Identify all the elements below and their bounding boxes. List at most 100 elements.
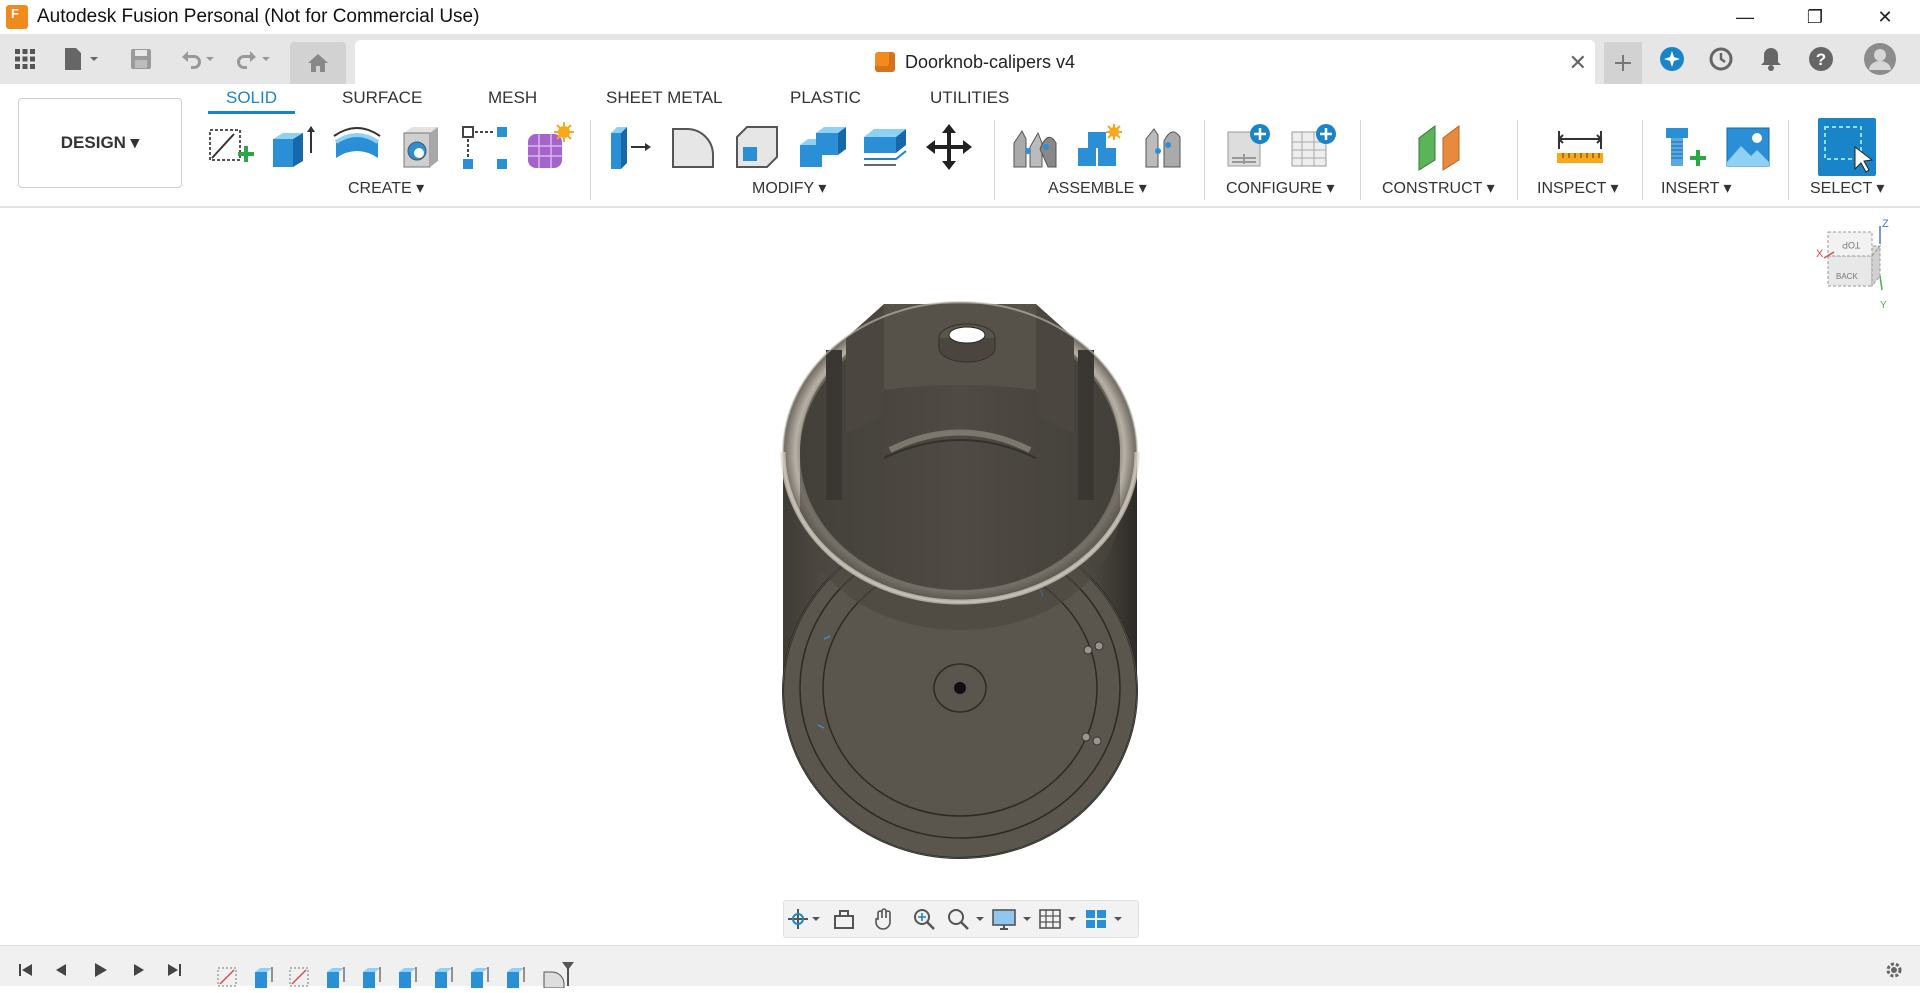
extensions-icon[interactable] xyxy=(1654,42,1690,76)
zoom-icon[interactable] xyxy=(904,901,944,937)
pan-hand-icon[interactable] xyxy=(864,901,904,937)
chamfer-icon[interactable] xyxy=(732,122,782,172)
configure-menu[interactable]: CONFIGURE ▾ xyxy=(1226,178,1334,198)
user-avatar[interactable] xyxy=(1862,42,1898,76)
insert-menu[interactable]: INSERT ▾ xyxy=(1661,178,1732,198)
create-sketch-icon[interactable] xyxy=(205,122,255,172)
new-component-joint-icon[interactable] xyxy=(1010,122,1060,172)
axis-z-label: Z xyxy=(1882,218,1889,230)
home-button[interactable] xyxy=(290,42,346,84)
apps-grid-icon[interactable] xyxy=(10,44,40,74)
title-bar: F Autodesk Fusion Personal (Not for Comm… xyxy=(0,0,1920,34)
minimize-button[interactable]: — xyxy=(1710,0,1780,34)
window-controls: — ❐ ✕ xyxy=(1710,0,1920,34)
select-menu[interactable]: SELECT ▾ xyxy=(1810,178,1884,198)
quick-access-bar: Doorknob-calipers v4 ✕ ? xyxy=(0,34,1920,84)
revolve-icon[interactable] xyxy=(332,122,382,172)
joint-icon[interactable] xyxy=(1138,122,1188,172)
viewcube-top-label: TOP xyxy=(1842,240,1861,250)
timeline-extrude-icon[interactable] xyxy=(432,966,456,988)
timeline xyxy=(0,945,1920,989)
viewcube[interactable]: TOP BACK Z X Y xyxy=(1816,218,1898,314)
configure-table-icon[interactable] xyxy=(1224,122,1274,172)
tab-plastic[interactable]: PLASTIC xyxy=(790,88,861,114)
timeline-extrude-icon[interactable] xyxy=(252,966,276,988)
close-window-button[interactable]: ✕ xyxy=(1850,0,1920,34)
insert-mcmaster-icon[interactable] xyxy=(1660,122,1710,172)
document-tab[interactable]: Doorknob-calipers v4 ✕ xyxy=(355,40,1595,84)
timeline-extrude-icon[interactable] xyxy=(324,966,348,988)
assemble-menu[interactable]: ASSEMBLE ▾ xyxy=(1048,178,1147,198)
create-form-icon[interactable] xyxy=(524,122,574,172)
timeline-settings-gear-icon[interactable] xyxy=(1880,958,1908,982)
ribbon-separator xyxy=(1517,120,1518,200)
redo-icon[interactable] xyxy=(232,44,276,74)
inspect-menu[interactable]: INSPECT ▾ xyxy=(1537,178,1619,198)
look-at-icon[interactable] xyxy=(824,901,864,937)
timeline-marker[interactable] xyxy=(560,960,576,986)
select-icon[interactable] xyxy=(1818,118,1876,176)
job-status-icon[interactable] xyxy=(1703,42,1739,76)
grid-settings-icon[interactable] xyxy=(1036,901,1082,937)
viewports-icon[interactable] xyxy=(1082,901,1128,937)
measure-icon[interactable] xyxy=(1555,122,1605,172)
zoom-window-icon[interactable] xyxy=(944,901,988,937)
doorknob-model[interactable] xyxy=(0,210,1920,945)
combine-icon[interactable] xyxy=(796,122,846,172)
new-component-icon[interactable] xyxy=(1074,122,1124,172)
ribbon-separator xyxy=(590,120,591,200)
close-tab-button[interactable]: ✕ xyxy=(1569,50,1587,76)
axis-x-label: X xyxy=(1816,248,1824,260)
workspace-switcher-button[interactable]: DESIGN ▾ xyxy=(18,98,182,188)
timeline-sketch-icon[interactable] xyxy=(216,966,240,988)
play-icon[interactable] xyxy=(86,958,114,982)
offset-face-icon[interactable] xyxy=(860,122,910,172)
plus-icon xyxy=(1615,55,1631,71)
timeline-sketch-icon[interactable] xyxy=(288,966,312,988)
construct-plane-icon[interactable] xyxy=(1415,122,1465,172)
component-icon xyxy=(874,52,895,72)
timeline-extrude-icon[interactable] xyxy=(360,966,384,988)
document-title: Doorknob-calipers v4 xyxy=(904,51,1076,72)
modify-menu[interactable]: MODIFY ▾ xyxy=(752,178,826,198)
extrude-icon[interactable] xyxy=(268,122,318,172)
3d-viewport[interactable]: TOP BACK Z X Y xyxy=(0,210,1920,945)
ribbon-separator xyxy=(1360,120,1361,200)
new-tab-button[interactable] xyxy=(1604,42,1642,84)
undo-icon[interactable] xyxy=(176,44,220,74)
tab-mesh[interactable]: MESH xyxy=(488,88,537,114)
construct-menu[interactable]: CONSTRUCT ▾ xyxy=(1382,178,1495,198)
insert-canvas-icon[interactable] xyxy=(1723,122,1773,172)
restore-button[interactable]: ❐ xyxy=(1780,0,1850,34)
go-to-end-icon[interactable] xyxy=(160,958,188,982)
home-icon xyxy=(308,54,328,72)
go-to-start-icon[interactable] xyxy=(12,958,40,982)
navigation-toolbar xyxy=(783,900,1139,938)
save-icon[interactable] xyxy=(126,44,156,74)
move-copy-icon[interactable] xyxy=(924,122,974,172)
tab-surface[interactable]: SURFACE xyxy=(342,88,422,114)
configuration-grid-icon[interactable] xyxy=(1288,122,1338,172)
file-menu-icon[interactable] xyxy=(60,44,104,74)
ribbon-toolbar: SOLID SURFACE MESH SHEET METAL PLASTIC U… xyxy=(0,84,1920,208)
display-settings-icon[interactable] xyxy=(988,901,1036,937)
orbit-icon[interactable] xyxy=(784,901,824,937)
tab-sheet-metal[interactable]: SHEET METAL xyxy=(606,88,723,114)
press-pull-icon[interactable] xyxy=(605,122,655,172)
hole-icon[interactable] xyxy=(396,122,446,172)
timeline-extrude-icon[interactable] xyxy=(468,966,492,988)
fusion-logo-icon: F xyxy=(6,5,28,29)
timeline-extrude-icon[interactable] xyxy=(396,966,420,988)
pattern-icon[interactable] xyxy=(460,122,510,172)
step-forward-icon[interactable] xyxy=(124,958,152,982)
create-menu[interactable]: CREATE ▾ xyxy=(348,178,424,198)
timeline-extrude-icon[interactable] xyxy=(504,966,528,988)
tab-solid[interactable]: SOLID xyxy=(208,88,296,114)
help-icon[interactable]: ? xyxy=(1803,42,1839,76)
notifications-bell-icon[interactable] xyxy=(1753,42,1789,76)
tab-utilities[interactable]: UTILITIES xyxy=(930,88,1009,114)
step-back-icon[interactable] xyxy=(48,958,76,982)
svg-text:?: ? xyxy=(1816,50,1826,69)
fillet-icon[interactable] xyxy=(668,122,718,172)
axis-y-label: Y xyxy=(1880,300,1887,311)
